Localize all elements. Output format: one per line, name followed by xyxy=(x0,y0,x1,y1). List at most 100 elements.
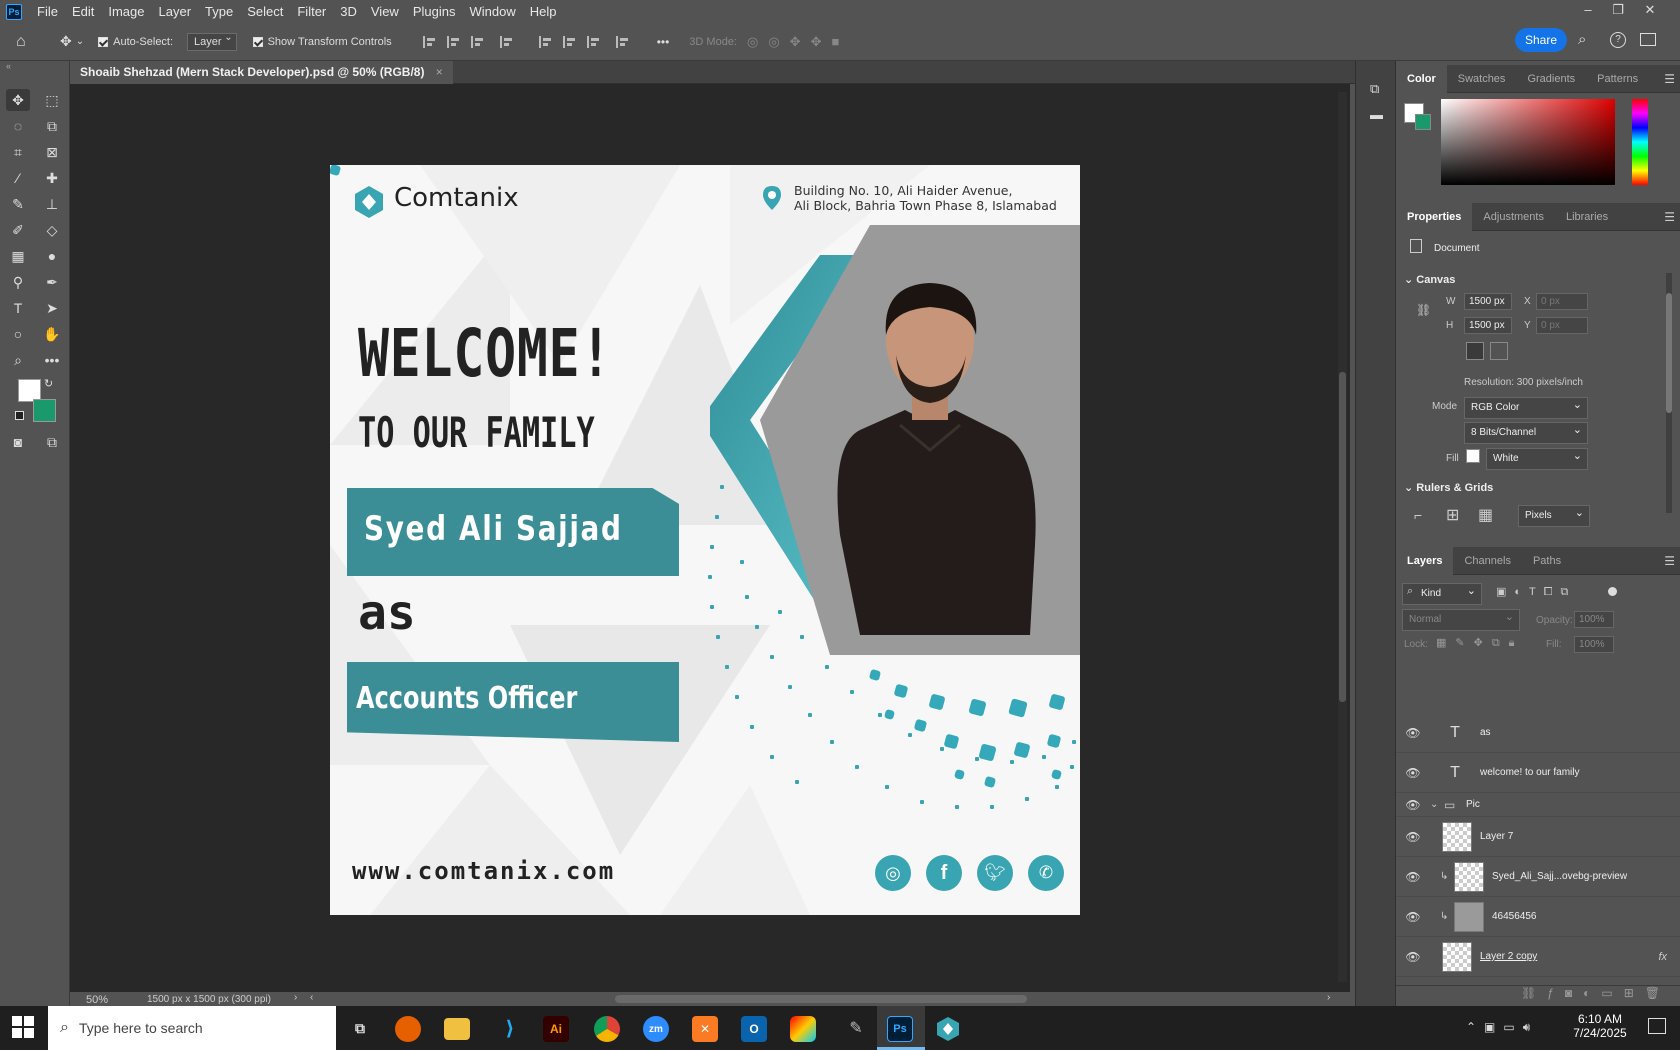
chevron-down-icon[interactable]: ⌄ xyxy=(76,36,84,47)
more-tools-icon[interactable]: ••• xyxy=(40,349,64,371)
eraser-icon[interactable]: ◇ xyxy=(40,219,64,241)
layer-row[interactable]: 👁︎ Layer 2 copy fx xyxy=(1396,937,1680,977)
layer-row[interactable]: 👁︎ Layer 7 xyxy=(1396,817,1680,857)
layer-row[interactable]: 👁︎ ↳ Syed_Ali_Sajj...ovebg-preview xyxy=(1396,857,1680,897)
screen-mode-icon[interactable]: ⧉ xyxy=(40,431,64,453)
vertical-scrollbar[interactable] xyxy=(1338,92,1347,982)
zoom-icon[interactable]: ⌕ xyxy=(6,349,30,371)
brush-icon[interactable]: ✎ xyxy=(6,193,30,215)
tab-properties[interactable]: Properties xyxy=(1396,202,1473,231)
grid-icon[interactable]: ⊞ xyxy=(1446,505,1459,525)
tab-libraries[interactable]: Libraries xyxy=(1555,203,1619,231)
color-bg-swatch[interactable] xyxy=(1415,114,1431,130)
fx-icon[interactable]: fx xyxy=(1658,951,1667,963)
search-icon[interactable]: ⌕ xyxy=(1578,31,1586,48)
more-options-icon[interactable]: ••• xyxy=(657,35,670,49)
menu-select[interactable]: Select xyxy=(240,0,290,23)
history-brush-icon[interactable]: ✐ xyxy=(6,219,30,241)
path-select-icon[interactable]: ➤ xyxy=(40,297,64,319)
healing-brush-icon[interactable]: ✚ xyxy=(40,167,64,189)
align-right-icon[interactable] xyxy=(470,35,485,48)
stamp-icon[interactable]: ⊥ xyxy=(40,193,64,215)
y-input[interactable]: 0 px xyxy=(1536,317,1588,334)
default-colors-icon[interactable] xyxy=(15,411,24,420)
link-icon[interactable]: ⛓ xyxy=(1416,303,1431,317)
align-top-icon[interactable] xyxy=(538,35,553,48)
layer-row[interactable]: 👁︎ T as xyxy=(1396,713,1680,753)
eyedropper-icon[interactable]: ⁄ xyxy=(6,167,30,189)
move-tool-icon[interactable]: ✥ xyxy=(60,33,72,50)
eye-icon[interactable]: 👁︎ xyxy=(1396,726,1430,740)
align-center-icon[interactable] xyxy=(446,35,461,48)
file-explorer-icon[interactable] xyxy=(444,1018,470,1040)
taskbar-search-box[interactable]: ⌕ Type here to search xyxy=(48,1006,336,1050)
pen-icon[interactable]: ✒ xyxy=(40,271,64,293)
fill-dropdown[interactable]: White xyxy=(1486,446,1588,470)
ellipse-icon[interactable]: ○ xyxy=(6,323,30,345)
tab-channels[interactable]: Channels xyxy=(1453,547,1521,575)
quick-mask-icon[interactable]: ◙ xyxy=(6,431,30,453)
chevron-down-icon[interactable]: ⌄ xyxy=(1430,799,1444,810)
marquee-icon[interactable]: ⬚ xyxy=(40,89,64,111)
poster-artboard[interactable]: Comtanix Building No. 10, Ali Haider Ave… xyxy=(330,165,1080,915)
panel-menu-icon[interactable]: ☰ xyxy=(1664,210,1675,224)
scroll-left-icon[interactable]: ‹ xyxy=(310,992,313,1003)
lasso-icon[interactable]: ◌ xyxy=(6,115,30,137)
menu-file[interactable]: File xyxy=(30,0,65,23)
tab-paths[interactable]: Paths xyxy=(1522,547,1572,575)
layers-footer-icons[interactable]: ⛓ƒ◙◐▭⊞🗑︎ xyxy=(1396,985,1680,1006)
history-panel-icon[interactable]: ⧉ xyxy=(1370,81,1379,97)
menu-image[interactable]: Image xyxy=(101,0,151,23)
panel-menu-icon[interactable]: ☰ xyxy=(1664,554,1675,568)
layer-group-row[interactable]: 👁︎ ⌄ ▭ Pic xyxy=(1396,793,1680,817)
frame-icon[interactable]: ⊠ xyxy=(40,141,64,163)
xampp-icon[interactable]: ✕ xyxy=(692,1016,718,1042)
layer-select-dropdown[interactable]: Layer xyxy=(187,32,237,51)
menu-type[interactable]: Type xyxy=(198,0,240,23)
menu-filter[interactable]: Filter xyxy=(290,0,333,23)
eye-icon[interactable]: 👁︎ xyxy=(1396,870,1430,884)
vscode-icon[interactable]: ⟩ xyxy=(494,1012,526,1044)
menu-help[interactable]: Help xyxy=(523,0,564,23)
system-tray-icons[interactable]: ⌃▣▭🔊︎ xyxy=(1466,1020,1538,1035)
menu-view[interactable]: View xyxy=(364,0,406,23)
eye-icon[interactable]: 👁︎ xyxy=(1396,950,1430,964)
distribute-vertical-icon[interactable] xyxy=(615,35,630,48)
panel-menu-icon[interactable]: ☰ xyxy=(1664,72,1675,86)
home-icon[interactable]: ⌂ xyxy=(16,33,40,51)
workspace-icon[interactable] xyxy=(1640,33,1656,46)
close-tab-icon[interactable]: × xyxy=(436,65,443,79)
share-button[interactable]: Share xyxy=(1515,28,1567,52)
menu-edit[interactable]: Edit xyxy=(65,0,101,23)
menu-window[interactable]: Window xyxy=(462,0,522,23)
align-bottom-icon[interactable] xyxy=(586,35,601,48)
chrome-icon[interactable] xyxy=(594,1016,620,1042)
eye-icon[interactable]: 👁︎ xyxy=(1396,830,1430,844)
ruler-icon[interactable]: ⌐ xyxy=(1414,507,1422,523)
width-input[interactable]: 1500 px xyxy=(1464,293,1512,310)
tab-adjustments[interactable]: Adjustments xyxy=(1472,203,1555,231)
layer-filter-icons[interactable]: ▣◐T⧠⧉ xyxy=(1496,585,1576,599)
menu-3d[interactable]: 3D xyxy=(333,0,364,23)
tab-layers[interactable]: Layers xyxy=(1396,546,1454,575)
background-color-swatch[interactable] xyxy=(33,399,56,422)
notifications-icon[interactable] xyxy=(1648,1018,1666,1034)
align-left-icon[interactable] xyxy=(422,35,437,48)
menu-layer[interactable]: Layer xyxy=(152,0,199,23)
layer-row[interactable]: 👁︎ ↳ 46456456 xyxy=(1396,897,1680,937)
scroll-right-icon[interactable]: › xyxy=(1327,992,1330,1003)
eye-icon[interactable]: 👁︎ xyxy=(1396,766,1430,780)
help-icon[interactable]: ? xyxy=(1610,32,1626,48)
eye-icon[interactable]: 👁︎ xyxy=(1396,798,1430,812)
document-tab[interactable]: Shoaib Shehzad (Mern Stack Developer).ps… xyxy=(70,61,453,84)
filter-toggle-icon[interactable] xyxy=(1608,587,1617,596)
landscape-icon[interactable] xyxy=(1490,342,1508,360)
eye-icon[interactable]: 👁︎ xyxy=(1396,910,1430,924)
height-input[interactable]: 1500 px xyxy=(1464,317,1512,334)
dodge-icon[interactable]: ⚲ xyxy=(6,271,30,293)
comtanix-taskbar-icon[interactable] xyxy=(935,1016,961,1042)
crop-icon[interactable]: ⌗ xyxy=(6,141,30,163)
properties-scrollbar[interactable] xyxy=(1666,273,1672,513)
windows-start-icon[interactable] xyxy=(12,1016,34,1038)
comments-panel-icon[interactable]: ▬ xyxy=(1370,107,1383,122)
